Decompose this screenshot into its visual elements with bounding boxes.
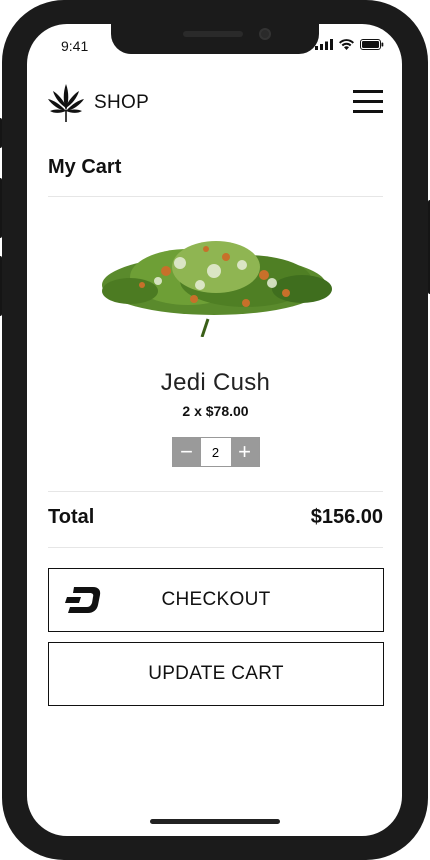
product-price-line: 2 x $78.00 bbox=[182, 403, 249, 419]
plus-icon[interactable]: + bbox=[230, 438, 259, 466]
brand-label: SHOP bbox=[94, 92, 150, 113]
divider bbox=[48, 547, 383, 548]
front-camera bbox=[259, 28, 271, 40]
volume-down-button bbox=[0, 256, 2, 316]
dash-icon bbox=[65, 587, 101, 613]
battery-icon bbox=[360, 39, 384, 50]
product-name: Jedi Cush bbox=[160, 369, 271, 396]
screen: 9:41 SHOP My Cart Jedi Cush 2 x $78.00 −… bbox=[27, 24, 402, 836]
speaker-grille bbox=[183, 31, 243, 37]
page-title: My Cart bbox=[48, 156, 122, 178]
divider bbox=[48, 491, 383, 492]
quantity-input[interactable] bbox=[200, 438, 231, 466]
cart-item: Jedi Cush 2 x $78.00 − + bbox=[48, 219, 383, 467]
home-indicator[interactable] bbox=[150, 819, 280, 824]
cannabis-leaf-icon bbox=[48, 84, 84, 122]
checkout-label: CHECKOUT bbox=[161, 589, 271, 610]
update-cart-label: UPDATE CART bbox=[148, 663, 284, 684]
checkout-button[interactable]: CHECKOUT bbox=[48, 568, 384, 632]
quantity-stepper: − + bbox=[171, 437, 260, 467]
notch bbox=[111, 24, 319, 54]
header: SHOP bbox=[48, 80, 383, 126]
signal-icon bbox=[315, 39, 333, 50]
update-cart-button[interactable]: UPDATE CART bbox=[48, 642, 384, 706]
total-value: $156.00 bbox=[310, 506, 383, 528]
brand[interactable]: SHOP bbox=[48, 84, 149, 122]
mute-switch bbox=[0, 118, 2, 148]
volume-up-button bbox=[0, 178, 2, 238]
total-label: Total bbox=[48, 506, 95, 528]
total-row: Total $156.00 bbox=[48, 506, 383, 529]
product-image bbox=[101, 241, 332, 337]
menu-icon[interactable] bbox=[353, 90, 383, 114]
status-time: 9:41 bbox=[61, 38, 89, 54]
minus-icon[interactable]: − bbox=[172, 438, 201, 466]
wifi-icon bbox=[339, 39, 354, 50]
status-icons bbox=[315, 39, 384, 50]
divider bbox=[48, 196, 383, 197]
